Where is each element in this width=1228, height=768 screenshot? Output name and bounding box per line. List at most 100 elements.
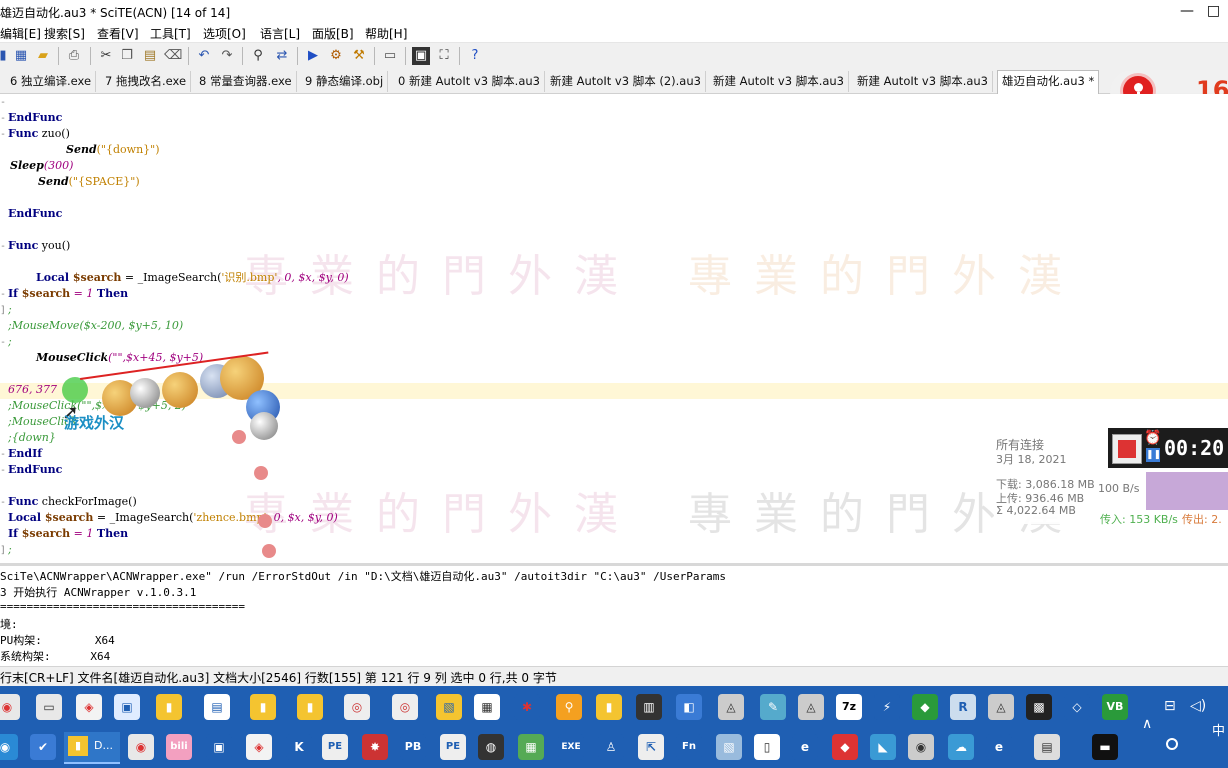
search-tool-icon[interactable]: ⚲	[556, 694, 582, 720]
tab-file[interactable]: 0 新建 AutoIt v3 脚本.au3	[394, 71, 545, 92]
menu-search[interactable]: 搜索[S]	[44, 25, 85, 42]
edge-icon[interactable]: e	[792, 734, 818, 760]
maximize-button[interactable]: □	[1199, 0, 1228, 23]
app-icon[interactable]: ▦	[474, 694, 500, 720]
terminal-icon[interactable]: ▬	[1092, 734, 1118, 760]
save-all-icon[interactable]: ▦	[12, 47, 30, 65]
app-icon[interactable]: ◇	[1064, 694, 1090, 720]
page-icon[interactable]: ▭	[381, 47, 399, 65]
folder-icon[interactable]: ▮	[156, 694, 182, 720]
autoit-icon[interactable]: ◬	[718, 694, 744, 720]
exe-icon[interactable]: EXE	[558, 734, 584, 760]
menu-language[interactable]: 语言[L]	[260, 25, 300, 42]
folder-icon[interactable]: ▮	[250, 694, 276, 720]
compile-icon[interactable]: ⚙	[327, 47, 345, 65]
new-file-icon[interactable]: ▮	[0, 47, 12, 65]
paste-icon[interactable]: ▤	[141, 47, 159, 65]
record-stop-button[interactable]	[1112, 434, 1142, 464]
app-icon[interactable]: ✔	[30, 734, 56, 760]
ie-icon[interactable]: e	[986, 734, 1012, 760]
document-icon[interactable]: ▤	[204, 694, 230, 720]
film-icon[interactable]: ▥	[636, 694, 662, 720]
tab-file[interactable]: 6 独立编译.exe	[6, 71, 97, 92]
menu-edit[interactable]: 编辑[E]	[0, 25, 41, 42]
app-icon[interactable]: ♙	[598, 734, 624, 760]
help-icon[interactable]: ?	[466, 47, 484, 65]
app-icon[interactable]: ⇱	[638, 734, 664, 760]
app-icon[interactable]: ◎	[392, 694, 418, 720]
app-icon[interactable]: ▣	[114, 694, 140, 720]
tab-file[interactable]: 9 静态编译.obj	[301, 71, 389, 92]
7zip-icon[interactable]: 7z	[836, 694, 862, 720]
app-icon[interactable]: ◈	[246, 734, 272, 760]
bilibili-icon[interactable]: bili	[166, 734, 192, 760]
pe-icon[interactable]: PE	[322, 734, 348, 760]
build-icon[interactable]: ⚒	[350, 47, 368, 65]
run-icon[interactable]: ▶	[304, 47, 322, 65]
menu-tools[interactable]: 工具[T]	[150, 25, 191, 42]
app-icon[interactable]: ◎	[344, 694, 370, 720]
open-folder-icon[interactable]: ▰	[34, 47, 52, 65]
pb-icon[interactable]: PB	[400, 734, 426, 760]
tray-chevron-icon[interactable]: ∧	[1142, 716, 1152, 732]
find-icon[interactable]: ⚲	[249, 47, 267, 65]
output-pane-icon[interactable]: ▣	[412, 47, 430, 65]
app-icon[interactable]: Fn	[676, 734, 702, 760]
tab-file[interactable]: 新建 AutoIt v3 脚本 (2).au3	[546, 71, 706, 92]
print-icon[interactable]: ⎙	[65, 47, 83, 65]
tab-file[interactable]: 新建 AutoIt v3 脚本.au3	[853, 71, 993, 92]
menu-options[interactable]: 选项[O]	[203, 25, 246, 42]
folder-icon[interactable]: ▮	[297, 694, 323, 720]
tab-file[interactable]: 7 拖拽改名.exe	[101, 71, 192, 92]
redo-icon[interactable]: ↷	[218, 47, 236, 65]
app-icon[interactable]: ◆	[912, 694, 938, 720]
tab-file[interactable]: 8 常量查询器.exe	[195, 71, 297, 92]
window-app-icon[interactable]: ▭	[36, 694, 62, 720]
app-icon[interactable]: ◧	[676, 694, 702, 720]
app-icon[interactable]: ▦	[518, 734, 544, 760]
app-icon[interactable]: ✱	[514, 694, 540, 720]
replace-icon[interactable]: ⇄	[273, 47, 291, 65]
taskbar-active-app[interactable]: ▮ D...	[64, 732, 120, 764]
app-icon[interactable]: ◆	[832, 734, 858, 760]
app-icon[interactable]: ▤	[1034, 734, 1060, 760]
app-icon[interactable]: K	[286, 734, 312, 760]
copy-icon[interactable]: ❐	[118, 47, 136, 65]
undo-icon[interactable]: ↶	[195, 47, 213, 65]
fullscreen-icon[interactable]: ⛶	[435, 47, 453, 65]
menu-panel[interactable]: 面版[B]	[312, 25, 354, 42]
pe-icon[interactable]: PE	[440, 734, 466, 760]
chrome-icon[interactable]: ◉	[128, 734, 154, 760]
app-icon[interactable]: ▣	[206, 734, 232, 760]
volume-icon[interactable]: ◁)	[1190, 698, 1206, 714]
tab-file[interactable]: 新建 AutoIt v3 脚本.au3	[709, 71, 849, 92]
vb-icon[interactable]: VB	[1102, 694, 1128, 720]
menu-help[interactable]: 帮助[H]	[365, 25, 407, 42]
app-icon[interactable]: R	[950, 694, 976, 720]
app-icon[interactable]: ▩	[1026, 694, 1052, 720]
app-icon[interactable]: ◉	[0, 734, 18, 760]
tab-active-file[interactable]: 雄迈自动化.au3 *	[997, 70, 1100, 94]
folder-icon[interactable]: ▮	[596, 694, 622, 720]
ime-indicator[interactable]: 中	[1212, 720, 1225, 739]
pause-icon[interactable]: ❚❚	[1146, 448, 1161, 462]
network-tray-icon[interactable]: ⊟	[1164, 698, 1176, 714]
menu-view[interactable]: 查看[V]	[97, 25, 139, 42]
app-icon[interactable]: ✎	[760, 694, 786, 720]
app-icon[interactable]: ▧	[716, 734, 742, 760]
app-icon[interactable]: ⚡	[874, 694, 900, 720]
app-icon[interactable]: ◣	[870, 734, 896, 760]
output-pane[interactable]: SciTe\ACNWrapper\ACNWrapper.exe" /run /E…	[0, 563, 1228, 669]
app-icon[interactable]: ◈	[76, 694, 102, 720]
app-icon[interactable]: ◍	[478, 734, 504, 760]
cloud-icon[interactable]: ☁	[948, 734, 974, 760]
notification-icon[interactable]	[1166, 738, 1178, 750]
delete-icon[interactable]: ⌫	[164, 47, 182, 65]
app-icon[interactable]: ▧	[436, 694, 462, 720]
autoit-icon[interactable]: ◬	[988, 694, 1014, 720]
app-icon[interactable]: ✸	[362, 734, 388, 760]
chrome-icon[interactable]: ◉	[0, 694, 20, 720]
autoit-icon[interactable]: ◬	[798, 694, 824, 720]
cut-icon[interactable]: ✂	[97, 47, 115, 65]
webcam-icon[interactable]: ◉	[908, 734, 934, 760]
